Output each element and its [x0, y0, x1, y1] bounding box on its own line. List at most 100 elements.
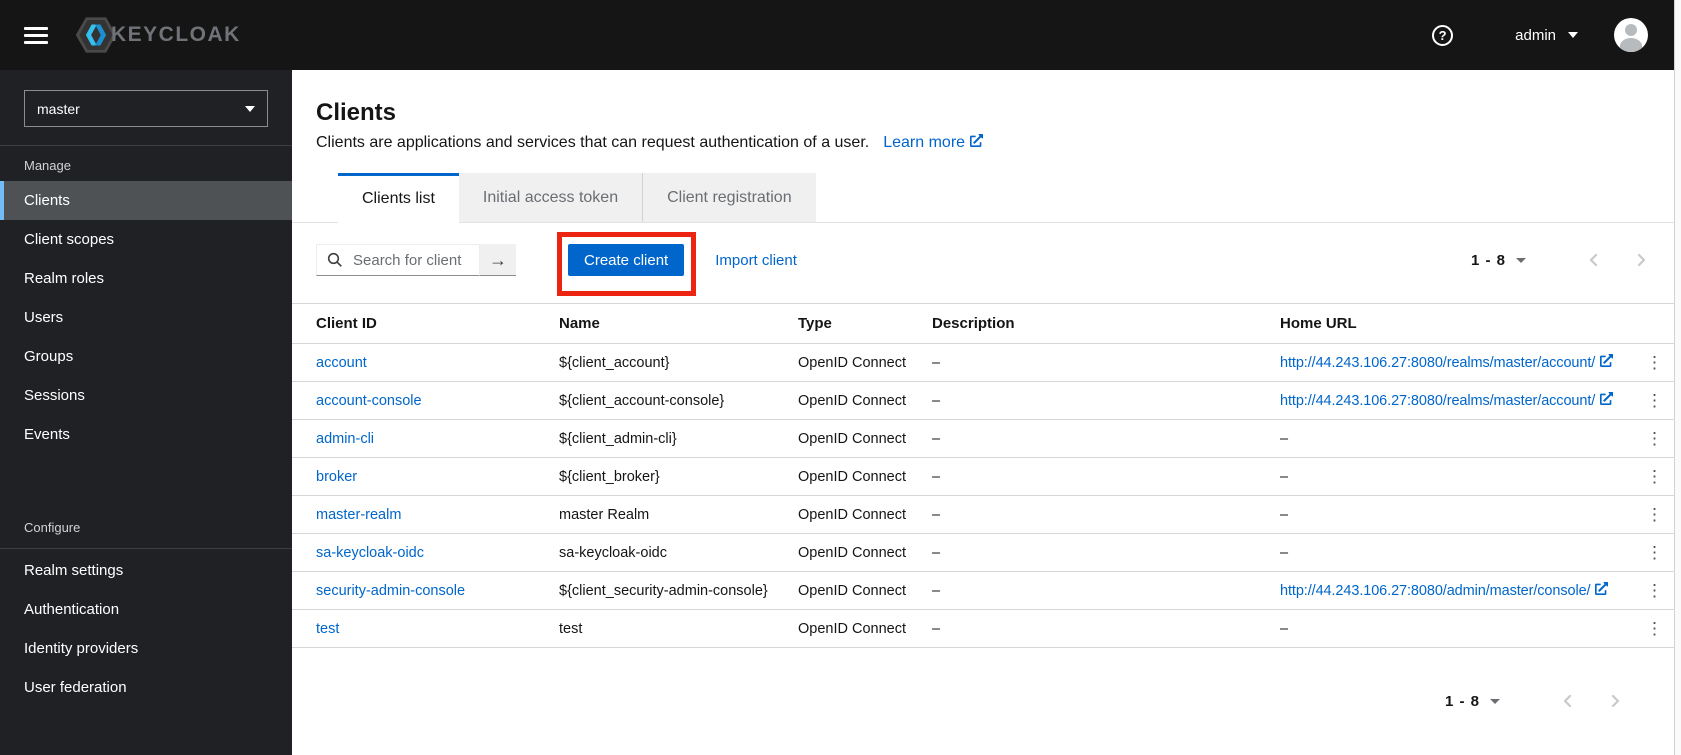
client-type: OpenID Connect: [774, 457, 908, 496]
avatar[interactable]: [1614, 18, 1648, 52]
row-actions-kebab-icon[interactable]: ⋮: [1640, 543, 1669, 563]
row-actions-kebab-icon[interactable]: ⋮: [1640, 619, 1669, 639]
home-url-link[interactable]: http://44.243.106.27:8080/realms/master/…: [1280, 354, 1614, 371]
external-link-icon: [1600, 392, 1614, 405]
pagination-top: 1 - 8: [1471, 251, 1650, 269]
client-name: ${client_account-console}: [535, 381, 774, 420]
client-id-link[interactable]: account-console: [316, 393, 422, 409]
client-type: OpenID Connect: [774, 571, 908, 610]
client-name: master Realm: [535, 495, 774, 534]
next-page-icon[interactable]: [1632, 251, 1650, 269]
column-header-type: Type: [774, 303, 908, 344]
table-row: account-console ${client_account-console…: [292, 381, 1674, 420]
main-content: Clients Clients are applications and ser…: [292, 70, 1674, 755]
sidebar-item-clients[interactable]: Clients: [0, 181, 292, 220]
realm-selector-block: master: [0, 70, 292, 146]
sidebar-item-user-federation[interactable]: User federation: [0, 668, 292, 707]
home-url-link[interactable]: http://44.243.106.27:8080/admin/master/c…: [1280, 582, 1609, 599]
pagination-menu-toggle[interactable]: 1 - 8: [1471, 252, 1526, 269]
vertical-scrollbar[interactable]: [1674, 0, 1681, 755]
chevron-down-icon: [1568, 32, 1578, 38]
client-description: –: [908, 419, 1256, 458]
learn-more-link[interactable]: Learn more: [883, 134, 984, 151]
client-id-link[interactable]: test: [316, 621, 339, 637]
table-row: security-admin-console ${client_security…: [292, 571, 1674, 610]
client-description: –: [908, 609, 1256, 648]
column-header-name: Name: [535, 303, 774, 344]
nav-toggle-hamburger-icon[interactable]: [24, 26, 48, 44]
pagination-range: 1 - 8: [1444, 692, 1480, 710]
sidebar-item-authentication[interactable]: Authentication: [0, 590, 292, 629]
clients-table: Client ID Name Type Description Home URL…: [292, 303, 1674, 648]
client-home-url-empty: –: [1256, 609, 1616, 648]
sidebar-item-groups[interactable]: Groups: [0, 337, 292, 376]
client-id-link[interactable]: master-realm: [316, 507, 401, 523]
sidebar-item-client-scopes[interactable]: Client scopes: [0, 220, 292, 259]
help-icon[interactable]: ?: [1432, 24, 1454, 46]
sidebar-item-realm-roles[interactable]: Realm roles: [0, 259, 292, 298]
table-row: sa-keycloak-oidc sa-keycloak-oidc OpenID…: [292, 533, 1674, 572]
previous-page-icon[interactable]: [1559, 692, 1577, 710]
table-row: test test OpenID Connect – – ⋮: [292, 609, 1674, 648]
client-id-link[interactable]: security-admin-console: [316, 583, 465, 599]
table-row: broker ${client_broker} OpenID Connect –…: [292, 457, 1674, 496]
client-description: –: [908, 381, 1256, 420]
row-actions-kebab-icon[interactable]: ⋮: [1640, 467, 1669, 487]
sidebar-item-realm-settings[interactable]: Realm settings: [0, 551, 292, 590]
realm-selector[interactable]: master: [24, 90, 268, 127]
client-id-link[interactable]: admin-cli: [316, 431, 374, 447]
previous-page-icon[interactable]: [1585, 251, 1603, 269]
search-input[interactable]: [351, 250, 471, 270]
search-box: [316, 244, 480, 276]
client-description: –: [908, 571, 1256, 610]
realm-selector-value: master: [37, 100, 80, 117]
row-actions-kebab-icon[interactable]: ⋮: [1640, 353, 1669, 373]
username: admin: [1515, 26, 1556, 44]
client-id-link[interactable]: broker: [316, 469, 357, 485]
sidebar-item-events[interactable]: Events: [0, 415, 292, 454]
client-type: OpenID Connect: [774, 495, 908, 534]
home-url-link[interactable]: http://44.243.106.27:8080/realms/master/…: [1280, 392, 1614, 409]
client-home-url-empty: –: [1256, 419, 1616, 458]
client-description: –: [908, 457, 1256, 496]
user-menu[interactable]: admin: [1515, 27, 1578, 44]
pagination-menu-toggle[interactable]: 1 - 8: [1445, 693, 1500, 710]
tab-clients-list[interactable]: Clients list: [338, 173, 459, 223]
import-client-link[interactable]: Import client: [715, 252, 797, 269]
row-actions-kebab-icon[interactable]: ⋮: [1640, 391, 1669, 411]
client-id-link[interactable]: sa-keycloak-oidc: [316, 545, 424, 561]
client-type: OpenID Connect: [774, 533, 908, 572]
sidebar-item-users[interactable]: Users: [0, 298, 292, 337]
row-actions-kebab-icon[interactable]: ⋮: [1640, 505, 1669, 525]
client-name: ${client_admin-cli}: [535, 419, 774, 458]
nav-section-manage: Manage Clients Client scopes Realm roles…: [0, 146, 292, 454]
chevron-down-icon: [1516, 257, 1526, 263]
masthead: KEYCLOAK ? admin: [0, 0, 1681, 70]
external-link-icon: [970, 134, 984, 147]
sidebar-item-identity-providers[interactable]: Identity providers: [0, 629, 292, 668]
page-title: Clients: [316, 99, 397, 126]
nav-section-configure: Configure Realm settings Authentication …: [0, 508, 292, 707]
row-actions-kebab-icon[interactable]: ⋮: [1640, 581, 1669, 601]
row-actions-kebab-icon[interactable]: ⋮: [1640, 429, 1669, 449]
external-link-icon: [1595, 582, 1609, 595]
next-page-icon[interactable]: [1606, 692, 1624, 710]
client-name: ${client_broker}: [535, 457, 774, 496]
create-client-button[interactable]: Create client: [568, 244, 685, 276]
tab-initial-access-token[interactable]: Initial access token: [458, 173, 643, 222]
client-name: ${client_account}: [535, 343, 774, 382]
pagination-range: 1 - 8: [1470, 251, 1506, 269]
search-submit-button[interactable]: →: [480, 244, 516, 276]
client-description: –: [908, 495, 1256, 534]
chevron-down-icon: [1490, 698, 1500, 704]
sidebar-item-sessions[interactable]: Sessions: [0, 376, 292, 415]
external-link-icon: [1600, 354, 1614, 367]
tab-client-registration[interactable]: Client registration: [642, 173, 816, 222]
sidebar: master Manage Clients Client scopes Real…: [0, 70, 292, 755]
keycloak-brand[interactable]: KEYCLOAK: [74, 13, 241, 57]
client-description: –: [908, 343, 1256, 382]
table-row: master-realm master Realm OpenID Connect…: [292, 495, 1674, 534]
client-id-link[interactable]: account: [316, 355, 367, 371]
column-header-description: Description: [908, 303, 1256, 344]
table-row: account ${client_account} OpenID Connect…: [292, 343, 1674, 382]
